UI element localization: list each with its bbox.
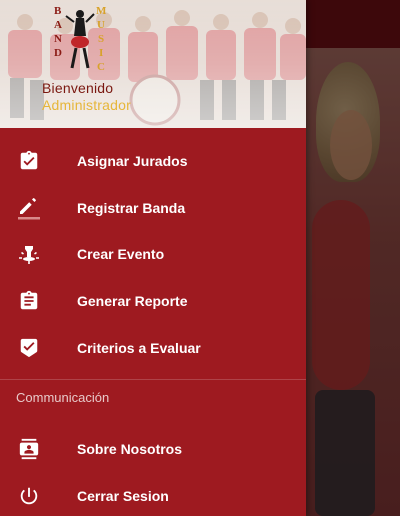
menu-item-label: Criterios a Evaluar xyxy=(77,339,201,356)
drawer-header: B A N D M U S I C Bienvenido Administrad… xyxy=(0,0,306,128)
verified-check-icon xyxy=(16,335,42,361)
svg-text:B: B xyxy=(54,5,62,17)
svg-text:U: U xyxy=(97,19,105,31)
svg-text:N: N xyxy=(54,33,62,45)
menu-item-criterios-evaluar[interactable]: Criterios a Evaluar xyxy=(0,324,306,371)
menu-item-sobre-nosotros[interactable]: Sobre Nosotros xyxy=(0,426,306,473)
svg-text:A: A xyxy=(54,19,62,31)
menu-item-crear-evento[interactable]: Crear Evento xyxy=(0,231,306,278)
menu-item-label: Sobre Nosotros xyxy=(77,441,183,458)
svg-text:I: I xyxy=(99,47,103,59)
menu-item-label: Asignar Jurados xyxy=(77,153,188,170)
band-music-logo: B A N D M U S I C xyxy=(54,5,107,73)
main-menu: Asignar Jurados Registrar Banda Crear Ev… xyxy=(0,138,306,416)
event-lamp-icon xyxy=(16,241,42,267)
communication-menu: Sobre Nosotros Cerrar Sesion xyxy=(0,426,306,516)
menu-item-label: Cerrar Sesion xyxy=(77,487,169,504)
svg-text:D: D xyxy=(54,47,62,59)
section-title-communicacion: Communicación xyxy=(16,389,110,405)
contact-card-icon xyxy=(16,436,42,462)
navigation-drawer: B A N D M U S I C Bienvenido Administrad… xyxy=(0,0,306,516)
menu-item-cerrar-sesion[interactable]: Cerrar Sesion xyxy=(0,473,306,516)
menu-item-label: Crear Evento xyxy=(77,246,165,263)
menu-item-generar-reporte[interactable]: Generar Reporte xyxy=(0,278,306,325)
user-role-text: Administrador xyxy=(42,97,131,113)
edit-pencil-icon xyxy=(16,195,42,221)
clipboard-report-icon xyxy=(16,288,42,314)
menu-item-registrar-banda[interactable]: Registrar Banda xyxy=(0,185,306,232)
menu-item-label: Generar Reporte xyxy=(77,293,188,310)
welcome-text: Bienvenido xyxy=(42,80,114,96)
svg-text:M: M xyxy=(96,5,107,17)
assignment-check-icon xyxy=(16,148,42,174)
power-icon xyxy=(16,483,42,509)
svg-text:C: C xyxy=(97,61,105,73)
svg-text:S: S xyxy=(98,33,104,45)
menu-item-label: Registrar Banda xyxy=(77,199,186,216)
menu-item-asignar-jurados[interactable]: Asignar Jurados xyxy=(0,138,306,185)
